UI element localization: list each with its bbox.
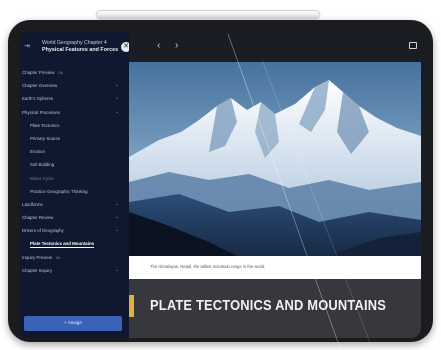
chevron-down-icon: ⌄ (114, 266, 119, 273)
exit-icon[interactable]: ⇥ (24, 42, 30, 50)
sidebar-item-label: Practice Geographic Thinking (30, 188, 88, 194)
sidebar-item[interactable]: Landforms ⌄ (20, 198, 129, 211)
sidebar-item-label: Physical Processes (22, 109, 61, 115)
sidebar-item-label: Water Cycle (30, 175, 54, 181)
title-band: PLATE TECTONICS AND MOUNTAINS (129, 279, 421, 338)
chapter-title: World Geography Chapter 4 (42, 40, 107, 46)
caption-strip: The Himalayas, Nepal, the tallest mounta… (129, 256, 421, 279)
sidebar-item-label: Chapter Inquiry (22, 267, 53, 273)
sidebar-item-label: Inquiry Preview (22, 254, 53, 260)
sidebar-item-label: Soil Building (30, 162, 55, 168)
sidebar-item[interactable]: Primary Source (20, 132, 129, 145)
sidebar-item-badge: 06 (58, 71, 63, 75)
sidebar-item[interactable]: Physical Processes ⌄ (20, 106, 129, 119)
tablet-screen: ⇥ World Geography Chapter 4 Physical Fea… (20, 32, 421, 338)
sidebar-item-label: Chapter Overview (22, 83, 58, 89)
sidebar-item-label: Chapter Review (22, 215, 54, 221)
sidebar-item[interactable]: Earth's Spheres ⌄ (20, 92, 129, 105)
chevron-down-icon: ⌄ (114, 95, 119, 102)
sidebar-item[interactable]: Chapter Overview ⌄ (20, 79, 129, 92)
screen-icon[interactable] (409, 42, 417, 49)
sidebar-item-label: Landforms (22, 201, 43, 207)
mountain-photo (129, 62, 421, 279)
section-title: PLATE TECTONICS AND MOUNTAINS (150, 297, 387, 314)
sidebar-item[interactable]: Soil Building (20, 158, 129, 171)
chevron-left-icon[interactable]: ‹ (157, 40, 160, 51)
top-bar: ‹ › (129, 32, 421, 62)
sidebar-item-label: Plate Tectonics and Mountains (30, 241, 95, 249)
sidebar-item[interactable]: Chapter Preview 06 (20, 66, 129, 79)
sidebar-item[interactable]: Plate Tectonics and Mountains (20, 237, 129, 250)
sidebar-item[interactable]: Water Cycle (20, 172, 129, 185)
sidebar-item[interactable]: Erosion (20, 145, 129, 158)
sidebar-item-label: Drivers of Geography (22, 228, 64, 234)
stylus (96, 10, 320, 19)
photo-caption: The Himalayas, Nepal, the tallest mounta… (150, 264, 266, 269)
sidebar-item-label: Erosion (30, 149, 45, 155)
chevron-right-icon[interactable]: › (175, 40, 178, 51)
sidebar-header: ⇥ World Geography Chapter 4 Physical Fea… (20, 32, 131, 62)
sidebar-item-label: Plate Tectonics (30, 122, 60, 128)
sidebar-list: Chapter Preview 06 Chapter Overview ⌄ Earth'… (20, 66, 129, 277)
sidebar-item[interactable]: Practice Geographic Thinking (20, 185, 129, 198)
sidebar-item[interactable]: Drivers of Geography ⌄ (20, 224, 129, 237)
sidebar-item[interactable]: Chapter Review ⌄ (20, 211, 129, 224)
sidebar-item[interactable]: Chapter Inquiry ⌄ (20, 264, 129, 277)
sidebar-item-badge: 06 (56, 255, 61, 260)
chevron-down-icon: ⌄ (114, 214, 119, 221)
sidebar-item[interactable]: Inquiry Preview 06 (20, 251, 129, 264)
sidebar-item-label: Primary Source (30, 135, 61, 141)
sidebar-item-label: Earth's Spheres (22, 96, 54, 102)
chevron-down-icon: ⌄ (114, 227, 119, 234)
chevron-down-icon: ⌄ (114, 200, 119, 207)
assign-button[interactable]: + Assign (24, 316, 122, 331)
chevron-down-icon: ⌄ (114, 108, 119, 115)
chevron-down-icon: ⌄ (114, 82, 119, 89)
sidebar-item[interactable]: Plate Tectonics (20, 119, 129, 132)
sidebar-item-label: Chapter Preview (22, 70, 55, 75)
sidebar: ⇥ World Geography Chapter 4 Physical Fea… (20, 32, 131, 338)
title-accent-bar (129, 295, 134, 317)
main-content: ‹ › The Himalayas, Nepal, the tallest mo… (129, 32, 421, 338)
chapter-subtitle: Physical Features and Forces (42, 47, 119, 53)
